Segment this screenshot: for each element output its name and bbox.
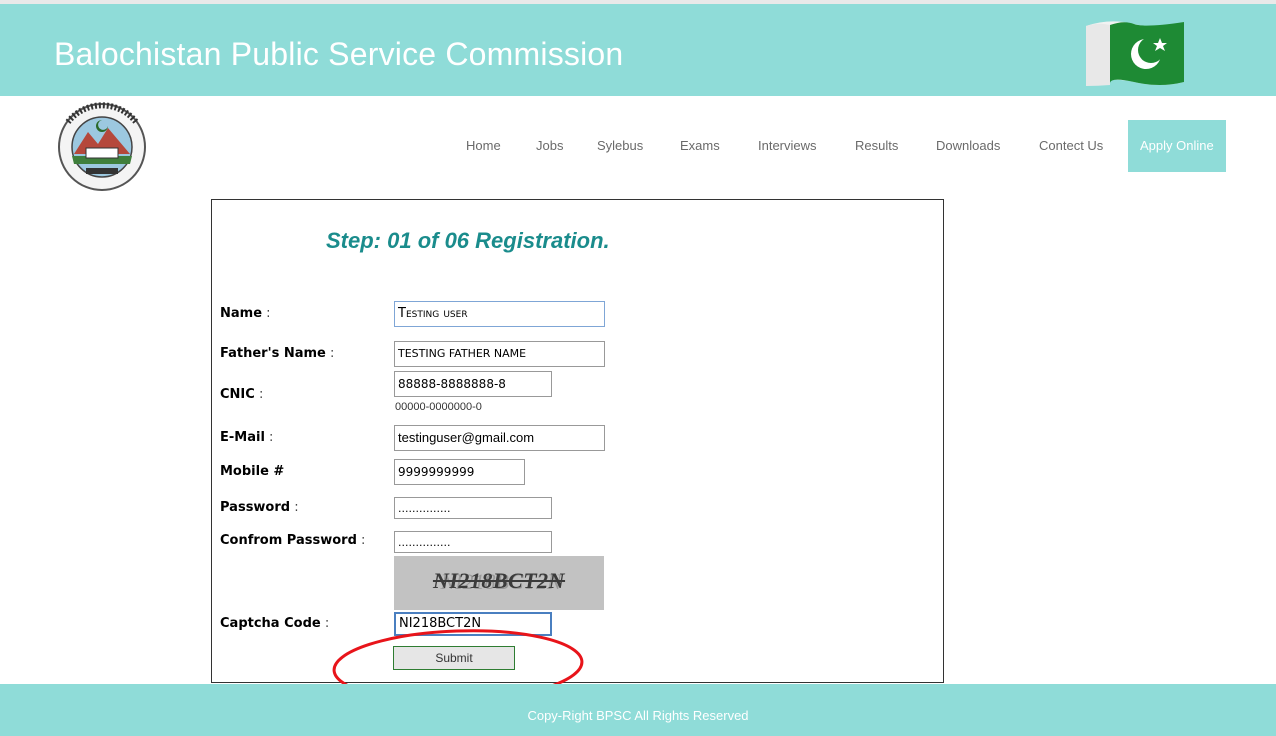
nav-jobs[interactable]: Jobs [536,120,563,172]
nav-home[interactable]: Home [466,120,501,172]
nav-results[interactable]: Results [855,120,898,172]
site-header: Balochistan Public Service Commission [0,0,1276,96]
cnic-format-hint: 00000-0000000-0 [395,401,482,413]
confirm-password-input[interactable]: ............... [394,531,552,553]
nav-interviews[interactable]: Interviews [758,120,817,172]
name-input[interactable]: Testing user [394,301,605,327]
mobile-input[interactable]: 9999999999 [394,459,525,485]
cnic-input[interactable]: 88888-8888888-8 [394,371,552,397]
site-title: Balochistan Public Service Commission [54,36,624,72]
captcha-label: Captcha Code : [220,616,330,631]
site-footer: Copy-Right BPSC All Rights Reserved [0,684,1276,736]
password-label: Password : [220,500,299,515]
confirm-password-label: Confrom Password : [220,533,366,548]
nav-downloads[interactable]: Downloads [936,120,1000,172]
captcha-image-text: NI218BCT2N [432,568,566,593]
pakistan-flag-icon [1086,21,1184,86]
cnic-label: CNIC : [220,387,264,402]
copyright-text: Copy-Right BPSC All Rights Reserved [527,708,749,723]
email-input[interactable]: testinguser@gmail.com [394,425,605,451]
captcha-image: NI218BCT2N NI218BCT2N [394,556,604,610]
nav-contact[interactable]: Contect Us [1039,120,1103,172]
name-label: Name : [220,306,271,321]
father-name-input[interactable]: TESTING FATHER NAME [394,341,605,367]
password-input[interactable]: ............... [394,497,552,519]
email-label: E-Mail : [220,430,274,445]
step-title: Step: 01 of 06 Registration. [326,228,610,253]
bpsc-emblem-icon [58,102,146,191]
nav-sylebus[interactable]: Sylebus [597,120,643,172]
mobile-label: Mobile # [220,464,285,479]
registration-form: Step: 01 of 06 Registration. Name : Test… [211,199,944,683]
father-name-label: Father's Name : [220,346,335,361]
nav-exams[interactable]: Exams [680,120,720,172]
nav-apply-online[interactable]: Apply Online [1128,120,1226,172]
